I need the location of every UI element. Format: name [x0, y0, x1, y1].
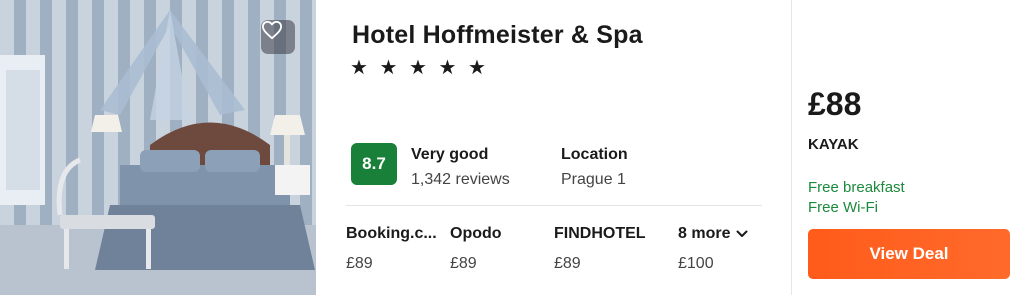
star-rating: ★ ★ ★ ★ ★: [350, 57, 489, 79]
deal-source: KAYAK: [808, 136, 859, 153]
provider-name: FINDHOTEL: [554, 225, 646, 242]
provider-findhotel[interactable]: FINDHOTEL £89: [554, 225, 646, 273]
provider-booking[interactable]: Booking.c... £89: [346, 225, 437, 273]
provider-name: Booking.c...: [346, 225, 437, 242]
location-label: Location: [561, 146, 628, 163]
chevron-down-icon: [736, 230, 748, 237]
divider: [346, 205, 762, 206]
rating-label: Very good: [411, 146, 489, 163]
provider-price: £89: [346, 255, 373, 272]
heart-icon: [261, 20, 282, 40]
view-deal-button[interactable]: View Deal: [808, 229, 1010, 279]
favorite-button[interactable]: [261, 20, 295, 54]
more-providers-label: 8 more: [678, 225, 731, 242]
hotel-name[interactable]: Hotel Hoffmeister & Spa: [352, 21, 643, 50]
review-score-badge: 8.7: [351, 143, 397, 185]
more-providers-toggle[interactable]: 8 more £100: [678, 225, 748, 273]
provider-name: Opodo: [450, 225, 502, 242]
column-separator: [791, 0, 792, 295]
review-count[interactable]: 1,342 reviews: [411, 171, 510, 189]
provider-opodo[interactable]: Opodo £89: [450, 225, 502, 273]
amenity-wifi: Free Wi-Fi: [808, 199, 878, 216]
hotel-result-card: Hotel Hoffmeister & Spa ★ ★ ★ ★ ★ 8.7 Ve…: [0, 0, 1024, 295]
more-providers-price: £100: [678, 255, 714, 272]
amenity-breakfast: Free breakfast: [808, 179, 905, 196]
hotel-photo[interactable]: [0, 0, 316, 295]
deal-price: £88: [808, 86, 862, 122]
provider-price: £89: [554, 255, 581, 272]
provider-price: £89: [450, 255, 477, 272]
location-value: Prague 1: [561, 171, 626, 188]
